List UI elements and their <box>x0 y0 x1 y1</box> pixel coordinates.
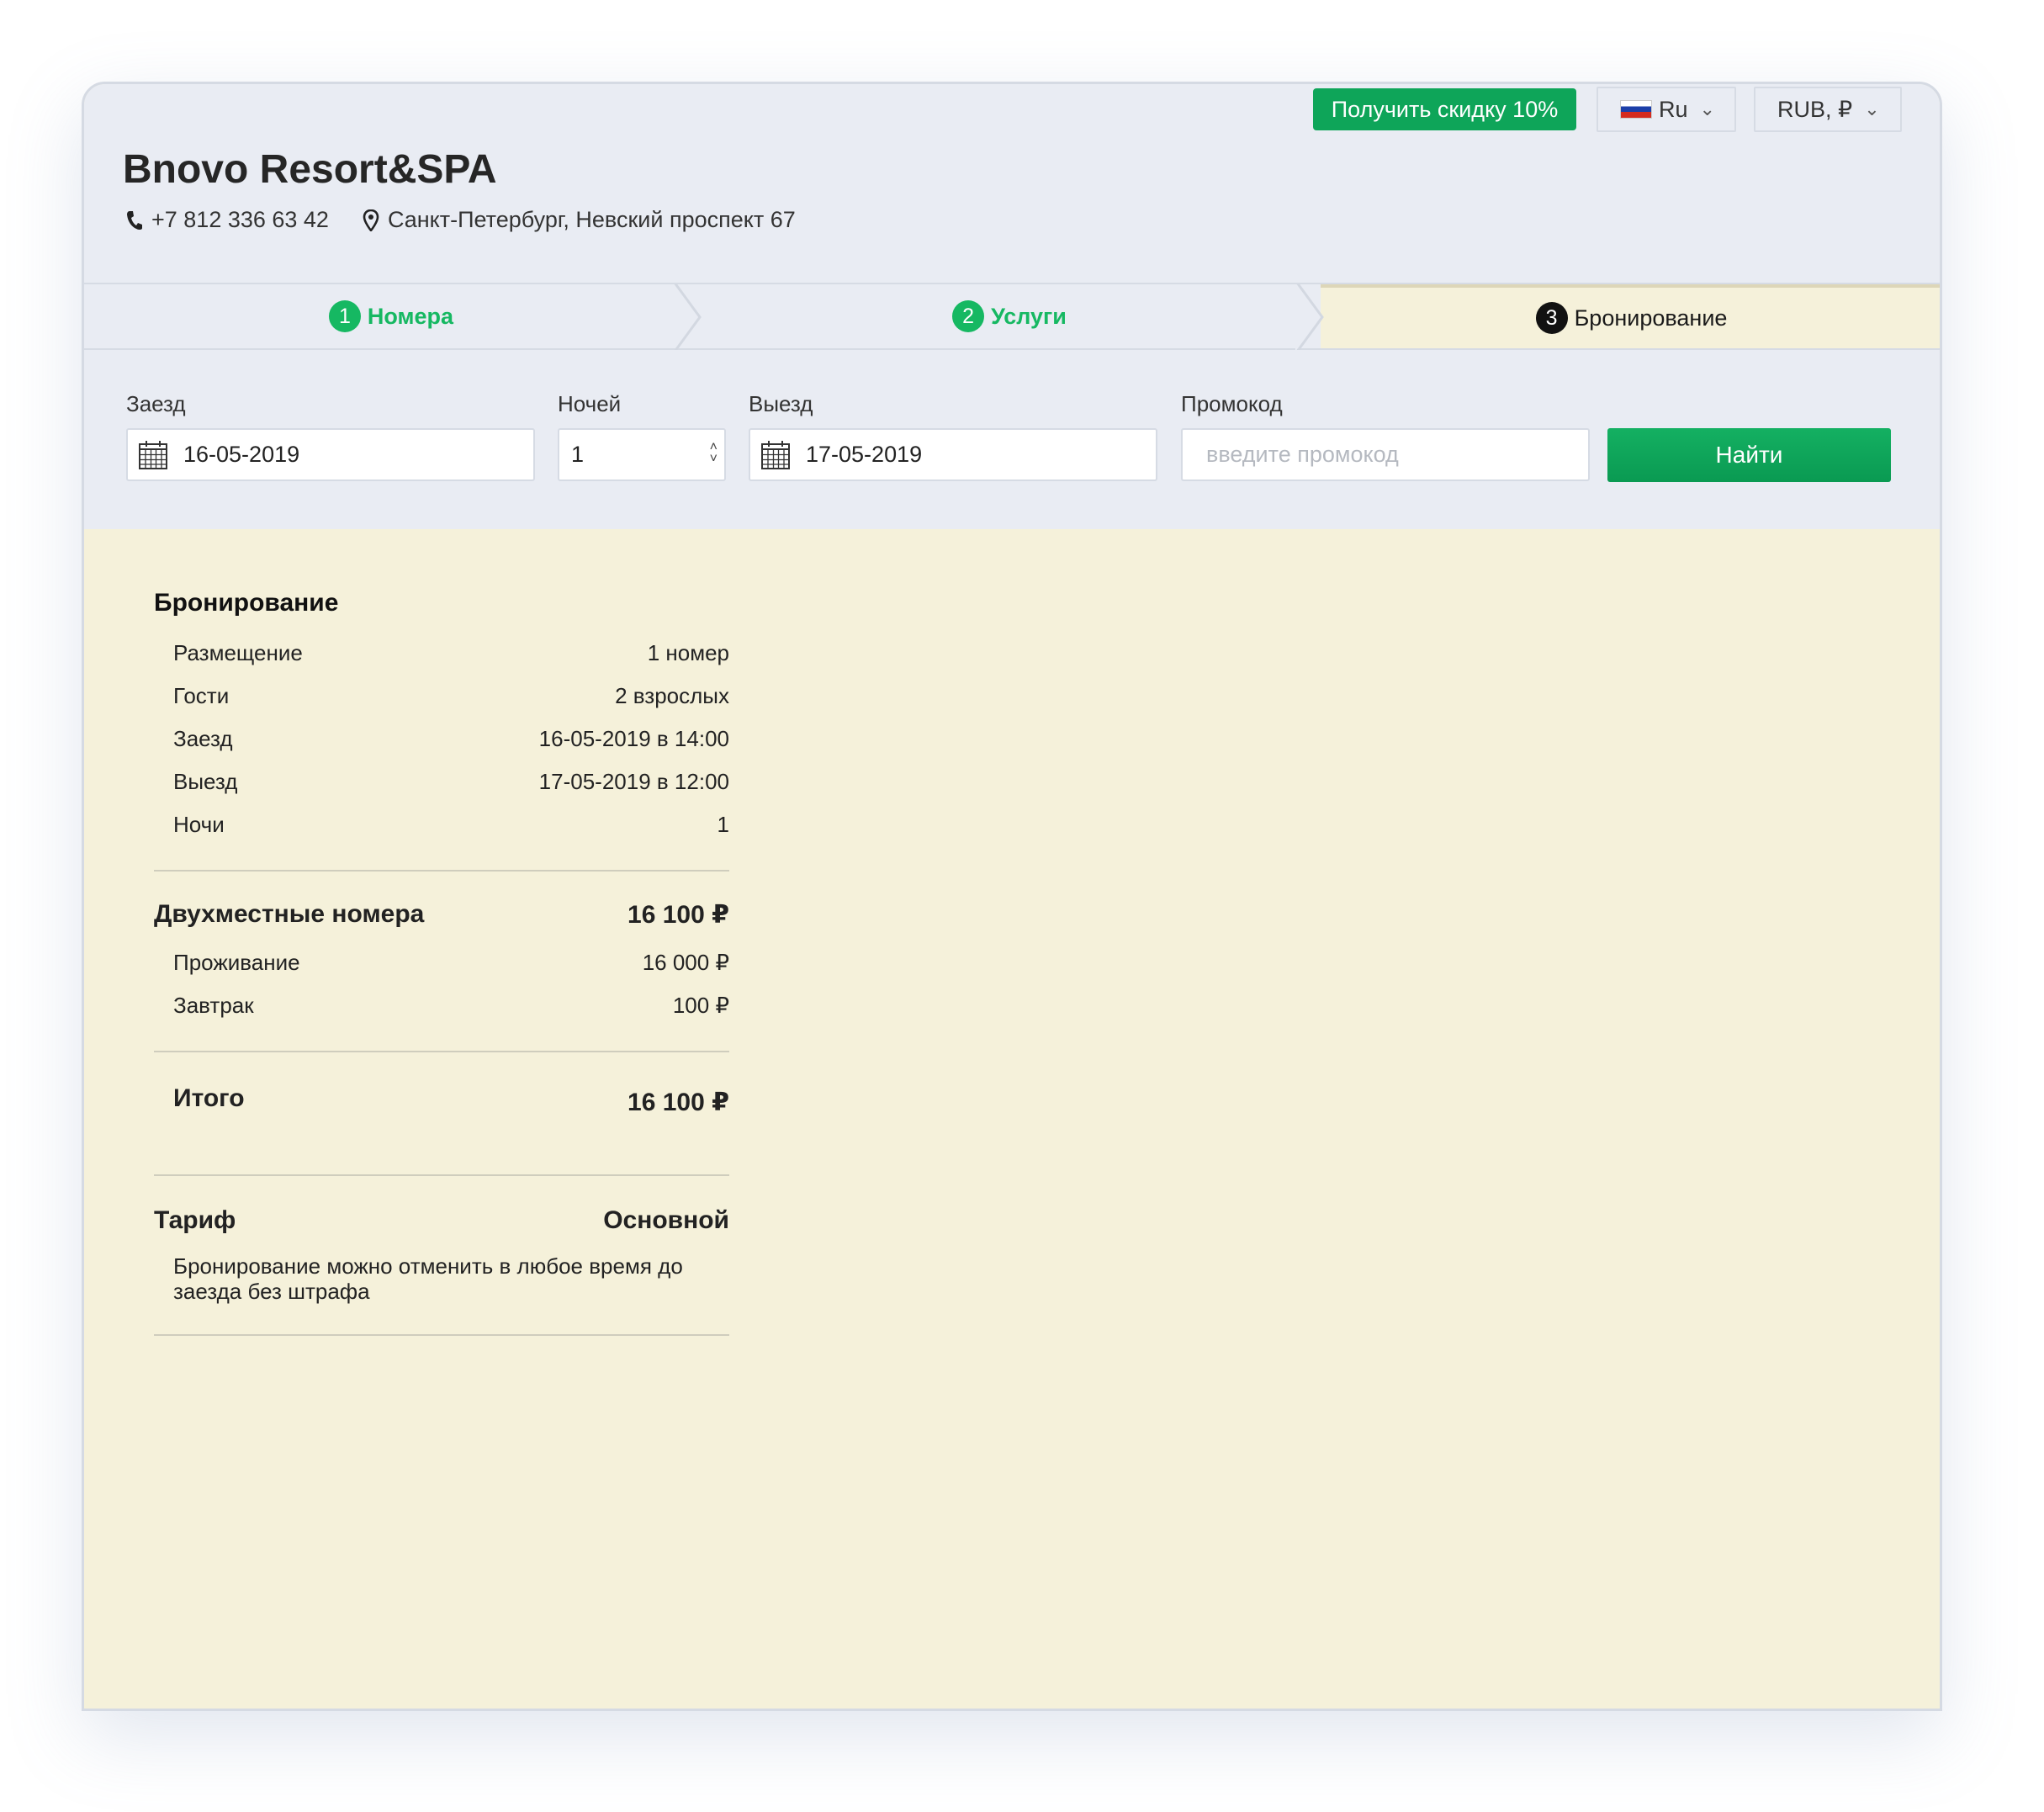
find-button[interactable]: Найти <box>1607 428 1891 482</box>
step-label: Услуги <box>991 303 1067 329</box>
hotel-header: Получить скидку 10% Ru ⌄ RUB, ₽ ⌄ Bnovo … <box>84 84 1940 283</box>
total-value: 16 100 ₽ <box>627 1089 729 1116</box>
step-label: Номера <box>367 303 454 329</box>
currency-label: RUB, ₽ <box>1777 96 1853 122</box>
total-label: Итого <box>173 1084 245 1112</box>
summary-row: Выезд 17-05-2019 в 12:00 <box>154 769 729 795</box>
search-form: Заезд 16-05-2019 Ночей 1 ˄ ˅ Выезд 17-05-… <box>84 350 1940 529</box>
summary-row-value: 1 номер <box>647 640 729 665</box>
divider <box>154 870 729 872</box>
divider <box>154 1334 729 1336</box>
summary-row-label: Выезд <box>173 769 238 794</box>
summary-row-label: Ночи <box>173 812 225 837</box>
step-rooms[interactable]: 1 Номера <box>84 284 698 348</box>
step-number: 1 <box>328 300 361 332</box>
hotel-contacts: +7 812 336 63 42 Санкт-Петербург, Невски… <box>126 207 796 233</box>
tariff-label: Тариф <box>154 1206 236 1234</box>
tariff-row: Тариф Основной <box>154 1206 729 1235</box>
summary-row-label: Размещение <box>173 640 303 665</box>
language-label: Ru <box>1659 96 1688 122</box>
summary-row: Ночи 1 <box>154 812 729 838</box>
get-discount-button[interactable]: Получить скидку 10% <box>1313 88 1576 130</box>
location-pin-icon <box>363 209 379 231</box>
summary-row: Заезд 16-05-2019 в 14:00 <box>154 726 729 752</box>
booking-steps: 1 Номера 2 Услуги 3 Бронирование <box>84 283 1940 350</box>
promo-code-input[interactable]: введите промокод <box>1181 428 1590 481</box>
summary-row-value: 2 взрослых <box>615 683 729 708</box>
summary-row-label: Гости <box>173 683 230 708</box>
step-label: Бронирование <box>1574 305 1728 331</box>
hotel-name: Bnovo Resort&SPA <box>123 147 497 192</box>
checkout-date-field[interactable]: 17-05-2019 <box>749 428 1157 481</box>
summary-row-value: 16-05-2019 в 14:00 <box>538 726 729 751</box>
booking-summary: Бронирование Размещение 1 номер Гости 2 … <box>154 589 729 1336</box>
summary-row: Гости 2 взрослых <box>154 683 729 709</box>
summary-row: Размещение 1 номер <box>154 640 729 666</box>
chevron-down-icon: ⌄ <box>1864 98 1880 119</box>
step-booking[interactable]: 3 Бронирование <box>1321 284 1940 348</box>
divider <box>154 1174 729 1176</box>
nights-stepper[interactable]: 1 ˄ ˅ <box>558 428 726 481</box>
divider <box>154 1051 729 1052</box>
tariff-value: Основной <box>603 1206 729 1234</box>
promo-placeholder: введите промокод <box>1206 442 1399 467</box>
checkin-date-value: 16-05-2019 <box>183 442 300 467</box>
price-row-value: 100 ₽ <box>672 993 729 1018</box>
checkin-date-field[interactable]: 16-05-2019 <box>126 428 535 481</box>
nights-label: Ночей <box>558 391 622 416</box>
price-row-label: Завтрак <box>173 993 254 1018</box>
booking-summary-title: Бронирование <box>154 589 339 617</box>
room-type-row: Двухместные номера 16 100 ₽ <box>154 900 729 930</box>
summary-row-value: 1 <box>717 812 729 837</box>
price-row: Проживание 16 000 ₽ <box>154 950 729 976</box>
total-row: Итого 16 100 ₽ <box>154 1084 729 1117</box>
checkin-label: Заезд <box>126 391 186 416</box>
currency-select[interactable]: RUB, ₽ ⌄ <box>1754 87 1902 132</box>
step-divider <box>1295 284 1324 350</box>
chevron-down-icon: ⌄ <box>1699 98 1715 119</box>
language-select[interactable]: Ru ⌄ <box>1597 87 1736 132</box>
booking-window: Получить скидку 10% Ru ⌄ RUB, ₽ ⌄ Bnovo … <box>82 82 1942 1711</box>
checkout-label: Выезд <box>749 391 813 416</box>
tariff-note: Бронирование можно отменить в любое врем… <box>173 1253 683 1304</box>
hotel-address: Санкт-Петербург, Невский проспект 67 <box>387 207 796 232</box>
room-type-title: Двухместные номера <box>154 900 425 928</box>
summary-row-label: Заезд <box>173 726 233 751</box>
calendar-icon <box>139 440 167 469</box>
russia-flag-icon <box>1620 100 1652 119</box>
summary-row-value: 17-05-2019 в 12:00 <box>538 769 729 794</box>
price-row: Завтрак 100 ₽ <box>154 993 729 1019</box>
hotel-phone: +7 812 336 63 42 <box>151 207 329 232</box>
stepper-arrows-icon[interactable]: ˄ ˅ <box>710 441 718 466</box>
promo-label: Промокод <box>1181 391 1283 416</box>
price-row-label: Проживание <box>173 950 300 975</box>
checkout-date-value: 17-05-2019 <box>806 442 923 467</box>
step-number: 3 <box>1535 302 1568 334</box>
price-row-value: 16 000 ₽ <box>642 950 729 975</box>
calendar-icon <box>761 440 790 469</box>
step-services[interactable]: 2 Услуги <box>698 284 1321 348</box>
nights-value: 1 <box>571 442 585 467</box>
room-type-total: 16 100 ₽ <box>627 901 729 929</box>
phone-icon <box>127 210 142 230</box>
step-number: 2 <box>952 300 985 332</box>
